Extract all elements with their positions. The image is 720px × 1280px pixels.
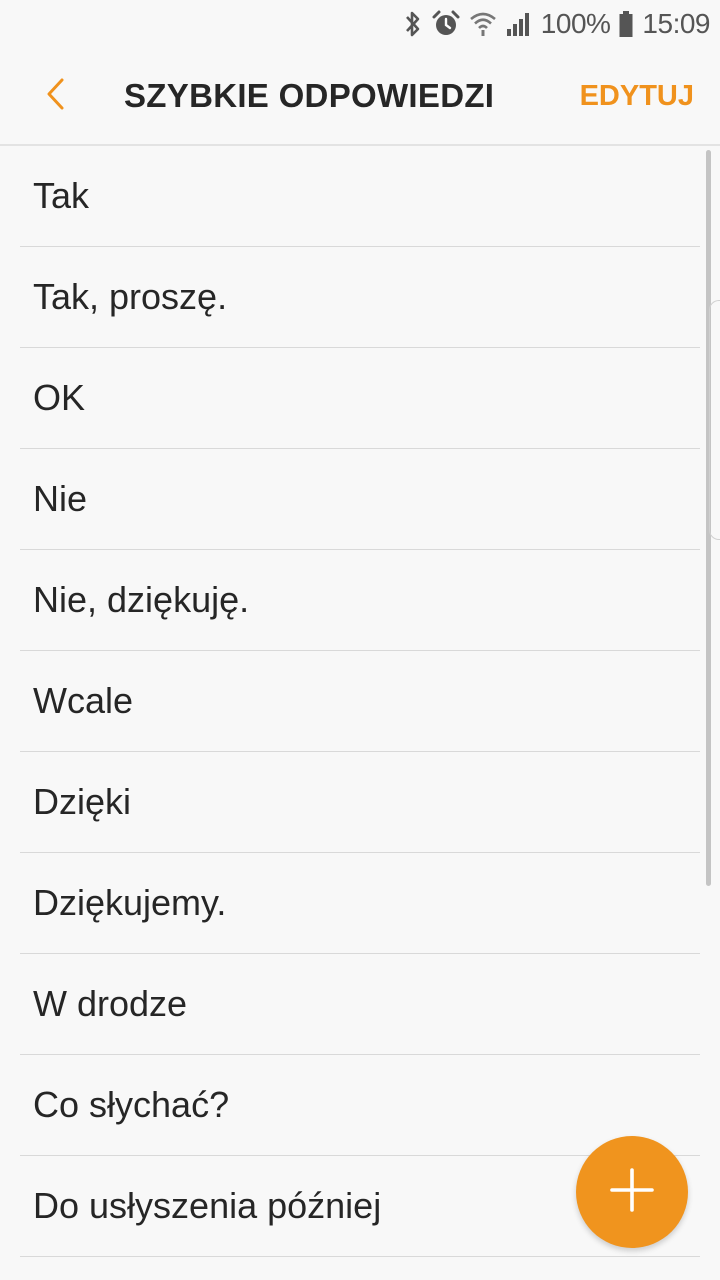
reply-text: W drodze — [33, 983, 188, 1024]
clock: 15:09 — [642, 8, 710, 39]
add-reply-button[interactable] — [576, 1136, 688, 1248]
quick-replies-list: Tak Tak, proszę. OK Nie Nie, dziękuję. W… — [0, 146, 720, 1257]
reply-text: OK — [33, 377, 86, 418]
list-item[interactable]: Dziękujemy. — [20, 853, 700, 954]
reply-text: Dzięki — [33, 781, 132, 822]
wifi-icon — [469, 9, 497, 39]
battery-icon — [618, 9, 634, 39]
list-item[interactable]: Wcale — [20, 651, 700, 752]
alarm-icon — [431, 9, 461, 39]
chevron-left-icon — [44, 76, 68, 117]
page-title: SZYBKIE ODPOWIEDZI — [124, 77, 495, 114]
list-item[interactable]: Tak, proszę. — [20, 247, 700, 348]
reply-text: Nie, dziękuję. — [33, 579, 250, 620]
reply-text: Dziękujemy. — [33, 882, 227, 923]
back-button[interactable] — [14, 47, 98, 145]
list-item[interactable]: OK — [20, 348, 700, 449]
reply-text: Tak — [33, 175, 90, 216]
list-item[interactable]: Co słychać? — [20, 1055, 700, 1156]
reply-text: Co słychać? — [33, 1084, 230, 1125]
list-item[interactable]: Nie — [20, 449, 700, 550]
list-item[interactable]: W drodze — [20, 954, 700, 1055]
list-item[interactable]: Dzięki — [20, 752, 700, 853]
signal-icon — [505, 9, 533, 39]
battery-percent: 100% — [540, 8, 611, 39]
app-bar: SZYBKIE ODPOWIEDZI EDYTUJ — [0, 48, 720, 146]
bluetooth-icon — [403, 9, 423, 39]
list-item[interactable]: Tak — [20, 146, 700, 247]
edit-button[interactable]: EDYTUJ — [580, 80, 694, 113]
list-item[interactable]: Nie, dziękuję. — [20, 550, 700, 651]
reply-text: Nie — [33, 478, 88, 519]
reply-text: Do usłyszenia później — [33, 1185, 382, 1226]
reply-text: Wcale — [33, 680, 134, 721]
status-bar: 100% 15:09 — [0, 0, 720, 48]
reply-text: Tak, proszę. — [33, 276, 228, 317]
plus-icon — [604, 1162, 660, 1223]
edge-panel-handle[interactable] — [709, 300, 720, 540]
